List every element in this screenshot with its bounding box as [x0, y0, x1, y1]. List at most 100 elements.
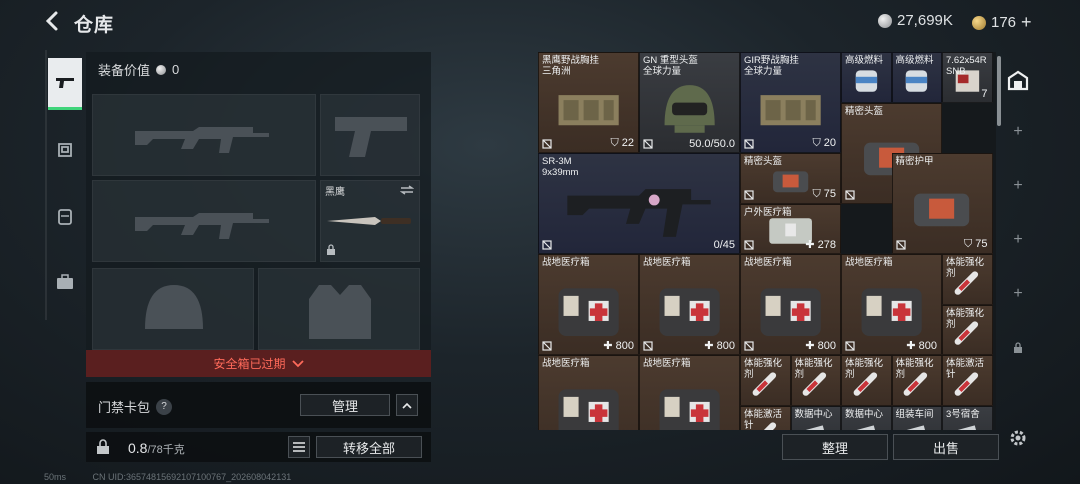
page-title: 仓库 — [74, 15, 115, 36]
item-name: 体能强化剂 — [895, 358, 934, 380]
manage-button[interactable]: 管理 — [300, 394, 390, 416]
item-value: ✚ 800 — [704, 340, 735, 352]
inventory-item[interactable]: 黑鹰野战胸挂 三角洲 ⛉ 22 — [538, 52, 639, 153]
helmet-slot[interactable] — [92, 268, 254, 350]
inventory-item[interactable]: 精密护甲 ⛉ 75 — [891, 153, 993, 254]
tab-locked[interactable] — [1004, 328, 1032, 368]
inventory-item[interactable]: 7.62x54R SNB 7 — [942, 52, 993, 103]
inventory-item[interactable]: 高级燃料 — [841, 52, 892, 103]
inventory-scrollbar[interactable] — [997, 56, 1001, 126]
tab-backpack[interactable] — [48, 190, 82, 242]
tab-weapons[interactable] — [48, 58, 82, 110]
inventory-item[interactable]: GIR野战胸挂 全球力量 ⛉ 20 — [740, 52, 841, 153]
gold-amount: 176 — [991, 14, 1017, 31]
no-disassemble-icon — [895, 240, 906, 250]
pistol-slot[interactable] — [320, 94, 420, 176]
item-value: ⛉ 75 — [963, 238, 988, 250]
tab-armor[interactable] — [48, 124, 82, 176]
help-icon[interactable]: ? — [156, 398, 173, 415]
item-name: 体能强化剂 — [845, 358, 884, 380]
armor-slot[interactable] — [258, 268, 420, 350]
inventory-item[interactable]: 战地医疗箱 — [538, 355, 639, 430]
gear-icon[interactable] — [1008, 428, 1028, 448]
tab-add-3[interactable]: + — [1004, 220, 1032, 260]
uid-text: CN UID:365748156921071​00767_20260804213… — [92, 472, 292, 482]
knife-icon — [327, 217, 411, 225]
weight-lock-icon — [97, 439, 109, 454]
tab-add-2[interactable]: + — [1004, 166, 1032, 206]
inventory-item[interactable]: SR-3M 9x39mm 0/45 — [538, 153, 740, 254]
no-disassemble-icon — [744, 139, 754, 149]
ping-text: 50ms — [44, 472, 67, 482]
inventory-item[interactable]: 体能强化剂 — [841, 355, 892, 406]
list-view-button[interactable] — [288, 436, 310, 458]
inventory-item[interactable]: 体能强化剂 — [942, 254, 993, 305]
item-name: 组装车间 — [895, 408, 934, 420]
item-name: GN 重型头盔 全球力量 — [643, 55, 698, 77]
item-value: ✚ 800 — [603, 340, 634, 352]
inventory-item[interactable]: 体能激活针 — [740, 405, 791, 430]
melee-slot[interactable]: 黑鹰 — [320, 180, 420, 262]
item-name: 体能强化剂 — [946, 307, 985, 330]
item-name: 战地医疗箱 — [542, 257, 590, 268]
no-disassemble-icon — [542, 240, 552, 250]
secondary-weapon-slot[interactable] — [92, 180, 316, 262]
vest-silhouette-icon — [309, 285, 371, 339]
inventory-item[interactable]: 体能强化剂 — [891, 355, 942, 406]
tab-add-1[interactable]: + — [1004, 112, 1032, 152]
rifle-silhouette-icon — [135, 127, 269, 153]
helmet-icon — [652, 75, 727, 140]
inventory-item[interactable]: 体能强化剂 — [942, 304, 993, 355]
capacity-total: /78千克 — [147, 444, 185, 456]
inventory-item[interactable]: 体能强化剂 — [740, 355, 791, 406]
rifle-silhouette-icon — [135, 213, 269, 239]
item-name: SR-3M 9x39mm — [542, 156, 579, 178]
inventory-item[interactable]: 体能激活针 — [942, 355, 993, 406]
transfer-all-button[interactable]: 转移全部 — [316, 436, 422, 458]
inventory-grid[interactable]: 黑鹰野战胸挂 三角洲 ⛉ 22 GN 重型头盔 全球力量 50.0/50.0 GIR野战… — [538, 52, 996, 430]
swap-icon[interactable] — [400, 185, 414, 195]
silver-coin-icon — [156, 64, 167, 75]
no-disassemble-icon — [845, 189, 855, 200]
tab-case[interactable] — [48, 256, 82, 308]
briefcase-icon — [57, 274, 73, 289]
item-name: GIR野战胸挂 全球力量 — [744, 55, 799, 77]
melee-name: 黑鹰 — [325, 187, 345, 198]
gold-currency[interactable]: 176 + — [972, 12, 1032, 33]
back-arrow-icon[interactable] — [42, 10, 64, 32]
equipment-value: 装备价值 0 — [98, 60, 179, 79]
safe-box-expired-banner[interactable]: 安全箱已过期 — [86, 350, 431, 377]
collapse-button[interactable] — [396, 394, 418, 416]
inventory-item[interactable]: 体能强化剂 — [790, 355, 841, 406]
inventory-item[interactable]: 精密头盔 ⛉ 75 — [740, 153, 841, 204]
inventory-item[interactable]: 战地医疗箱 ✚ 800 — [538, 254, 639, 355]
add-gold-button[interactable]: + — [1021, 12, 1032, 33]
inventory-item[interactable]: 数据中心 — [841, 405, 892, 430]
inventory-item[interactable]: 战地医疗箱 ✚ 800 — [639, 254, 740, 355]
no-disassemble-icon — [542, 341, 552, 351]
inventory-item[interactable]: 组装车间 — [891, 405, 942, 430]
inventory-item[interactable]: 战地医疗箱 ✚ 800 — [841, 254, 942, 355]
inventory-item[interactable]: 数据中心 — [790, 405, 841, 430]
tab-add-4[interactable]: + — [1004, 274, 1032, 314]
item-name: 高级燃料 — [845, 55, 884, 66]
item-value: 50.0/50.0 — [689, 138, 735, 150]
sort-button[interactable]: 整理 — [782, 434, 888, 460]
no-disassemble-icon — [744, 240, 754, 250]
primary-weapon-slot[interactable] — [92, 94, 316, 176]
item-name: 精密头盔 — [744, 156, 783, 167]
inventory-item[interactable]: GN 重型头盔 全球力量 50.0/50.0 — [639, 52, 740, 153]
medkit-icon — [551, 277, 626, 342]
inventory-item[interactable]: 高级燃料 — [891, 52, 942, 103]
item-name: 3号宿舍 — [946, 408, 980, 420]
inventory-item[interactable]: 户外医疗箱 ✚ 278 — [740, 203, 841, 254]
keycard-label: 门禁卡包 — [98, 400, 151, 415]
silver-currency: 27,699K — [878, 12, 953, 29]
tab-warehouse[interactable] — [1004, 60, 1032, 100]
sell-button[interactable]: 出售 — [893, 434, 999, 460]
inventory-item[interactable]: 3号宿舍 — [942, 405, 993, 430]
inventory-item[interactable]: 战地医疗箱 — [639, 355, 740, 430]
item-name: 体能强化剂 — [794, 358, 833, 380]
inventory-item[interactable]: 战地医疗箱 ✚ 800 — [740, 254, 841, 355]
plus-icon: + — [1013, 123, 1023, 140]
